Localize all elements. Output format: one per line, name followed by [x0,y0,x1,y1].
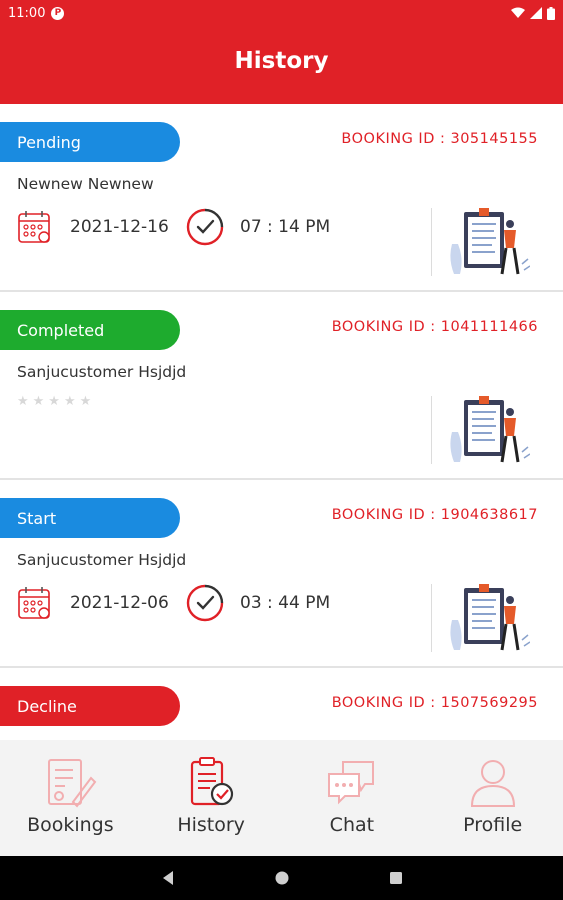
clock-check-icon [186,208,224,246]
recents-icon[interactable] [389,871,403,885]
back-icon[interactable] [161,870,175,886]
booking-id: BOOKING ID : 1041111466 [331,319,538,335]
history-icon [191,757,234,806]
status-badge: Pending [0,122,180,162]
booking-history-list[interactable]: Pending BOOKING ID : 305145155 Newnew Ne… [0,104,563,740]
status-bar: 11:00 P [0,0,563,26]
home-icon[interactable] [275,871,289,885]
app-bar: 11:00 P History [0,0,563,104]
status-time: 11:00 [8,5,46,21]
divider [431,396,432,464]
rating-stars: ★★★★★ [17,394,96,409]
nav-item-profile[interactable]: Profile [422,740,563,856]
divider [431,208,432,276]
status-badge: Completed [0,310,180,350]
nav-item-chat[interactable]: Chat [282,740,423,856]
booking-card[interactable]: Decline BOOKING ID : 1507569295 [0,668,563,740]
booking-card[interactable]: Completed BOOKING ID : 1041111466 Sanjuc… [0,292,563,480]
booking-date: 2021-12-06 [70,593,169,613]
booking-date: 2021-12-16 [70,217,169,237]
clipboard-illustration [450,584,530,651]
booking-time: 07 : 14 PM [240,217,331,237]
clipboard-illustration [450,208,530,275]
wifi-icon [511,7,525,18]
booking-id: BOOKING ID : 305145155 [341,131,538,147]
customer-name: Sanjucustomer Hsjdjd [17,551,187,569]
app-notification-icon: P [51,6,65,20]
battery-icon [547,6,555,20]
clock-check-icon [186,584,224,622]
profile-icon [470,760,515,807]
booking-id: BOOKING ID : 1507569295 [331,695,538,711]
page-title: History [234,48,329,74]
bookings-icon [48,759,97,808]
customer-name: Newnew Newnew [17,175,154,193]
divider [431,584,432,652]
booking-card[interactable]: Start BOOKING ID : 1904638617 Sanjucusto… [0,480,563,668]
nav-label-profile: Profile [463,814,523,836]
nav-label-bookings: Bookings [27,814,114,836]
calendar-icon [18,211,50,243]
bottom-navigation: Bookings History Chat Profile [0,740,563,856]
clipboard-illustration [450,396,530,463]
booking-time: 03 : 44 PM [240,593,331,613]
status-badge: Start [0,498,180,538]
nav-label-chat: Chat [329,814,375,836]
customer-name: Sanjucustomer Hsjdjd [17,363,187,381]
chat-icon [327,761,374,805]
nav-item-history[interactable]: History [141,740,282,856]
nav-label-history: History [177,814,245,836]
signal-icon [530,7,542,19]
booking-id: BOOKING ID : 1904638617 [331,507,538,523]
nav-item-bookings[interactable]: Bookings [0,740,141,856]
booking-card[interactable]: Pending BOOKING ID : 305145155 Newnew Ne… [0,104,563,292]
system-navigation-bar [0,856,563,900]
calendar-icon [18,587,50,619]
status-badge: Decline [0,686,180,726]
